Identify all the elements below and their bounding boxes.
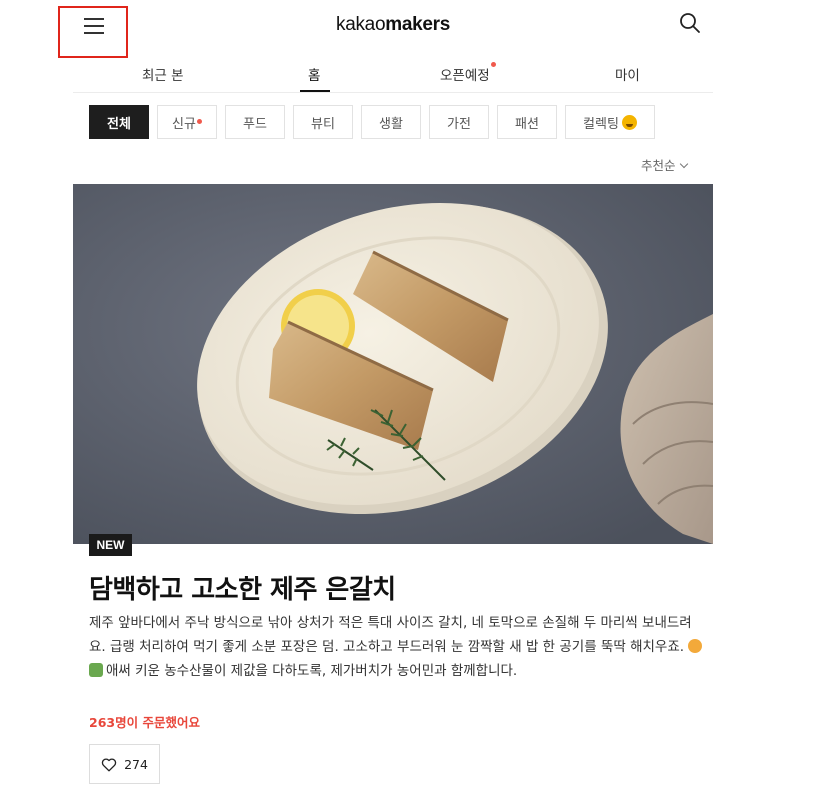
corn-emoji-icon — [89, 663, 103, 677]
category-new-label: 신규 — [172, 116, 196, 132]
like-button[interactable]: 274 — [89, 744, 160, 784]
category-collecting[interactable]: 컬렉팅 — [565, 105, 655, 139]
like-count: 274 — [124, 756, 148, 772]
search-icon — [680, 13, 700, 33]
category-appliance[interactable]: 가전 — [429, 105, 489, 139]
category-fashion[interactable]: 패션 — [497, 105, 557, 139]
description-text-2: 애써 키운 농수산물이 제값을 다하도록, 제가버치가 농어민과 함께합니다. — [106, 663, 518, 679]
category-beauty[interactable]: 뷰티 — [293, 105, 353, 139]
category-collecting-label: 컬렉팅 — [583, 116, 619, 132]
order-count: 263명이 주문했어요 — [89, 715, 200, 730]
category-food[interactable]: 푸드 — [225, 105, 285, 139]
active-tab-indicator — [300, 90, 330, 92]
grilled-hairtail-photo — [73, 184, 713, 544]
sort-label: 추천순 — [641, 158, 676, 173]
category-new[interactable]: 신규 — [157, 105, 217, 139]
product-description: 제주 앞바다에서 주낙 방식으로 낚아 상처가 적은 특대 사이즈 갈치, 네 … — [89, 611, 704, 683]
new-dot — [490, 62, 496, 67]
tab-upcoming[interactable]: 오픈예정 — [440, 62, 496, 84]
tab-my[interactable]: 마이 — [615, 64, 640, 84]
product-title[interactable]: 담백하고 고소한 제주 은갈치 — [89, 569, 396, 606]
tab-recent[interactable]: 최근 본 — [142, 64, 184, 84]
heart-outline-icon — [101, 757, 117, 771]
main-tabs: 최근 본 홈 오픈예정 마이 — [73, 60, 713, 93]
farmer-emoji-icon — [688, 639, 703, 653]
product-image[interactable] — [73, 184, 713, 544]
category-living[interactable]: 생활 — [361, 105, 421, 139]
description-text: 제주 앞바다에서 주낙 방식으로 낚아 상처가 적은 특대 사이즈 갈치, 네 … — [89, 615, 692, 655]
search-button[interactable] — [679, 12, 701, 34]
tab-upcoming-label: 오픈예정 — [440, 68, 490, 84]
kakaomakers-logo[interactable]: kakaomakers — [0, 14, 786, 36]
new-badge: NEW — [89, 534, 132, 556]
category-all[interactable]: 전체 — [89, 105, 149, 139]
tab-home[interactable]: 홈 — [308, 64, 320, 84]
sort-dropdown[interactable]: 추천순 — [641, 155, 688, 174]
new-dot — [196, 118, 202, 124]
smiling-face-emoji-icon — [621, 114, 637, 130]
chevron-down-icon — [679, 159, 688, 169]
